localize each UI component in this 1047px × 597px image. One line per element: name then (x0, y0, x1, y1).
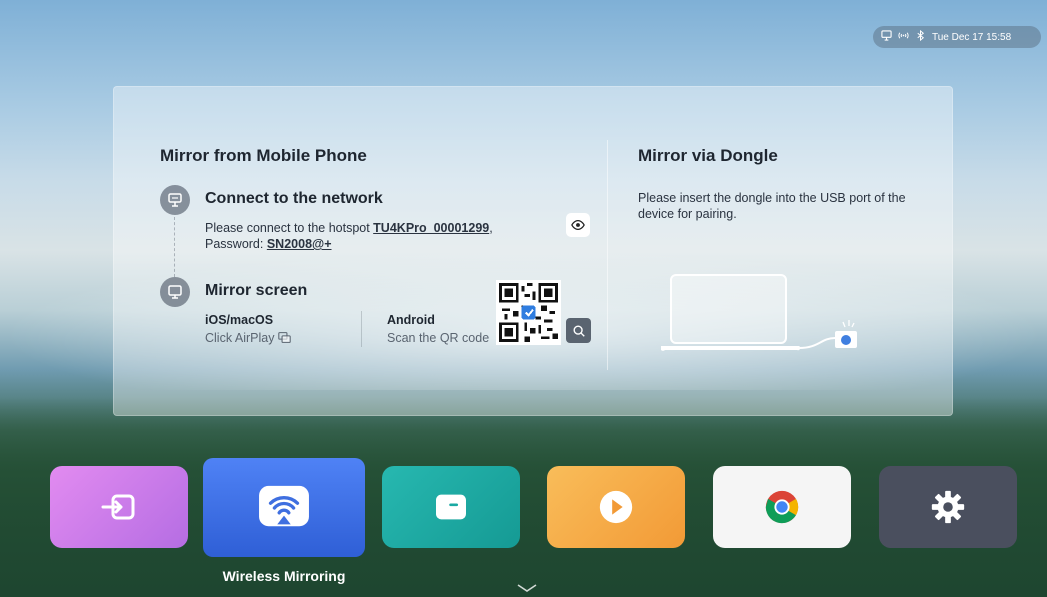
dock-media-player[interactable] (547, 466, 685, 548)
chevron-down-icon[interactable] (516, 583, 538, 593)
network-icon (160, 185, 190, 215)
play-icon (599, 490, 633, 524)
status-datetime: Tue Dec 17 15:58 (932, 31, 1012, 43)
monitor-icon (160, 277, 190, 307)
search-icon (572, 324, 585, 337)
dock-wireless-mirroring[interactable] (203, 458, 365, 557)
dock-file-manager[interactable] (382, 466, 520, 548)
dock-settings[interactable] (879, 466, 1017, 548)
section-title-mobile: Mirror from Mobile Phone (160, 146, 367, 165)
password-label: Password: (205, 237, 267, 251)
section-title-dongle: Mirror via Dongle (638, 146, 778, 165)
ios-label: iOS/macOS (205, 313, 274, 327)
ios-hint-text: Click AirPlay (205, 331, 275, 345)
password-value: SN2008@+ (266, 237, 332, 251)
airplay-icon (278, 332, 291, 343)
hotspot-sep: , (489, 221, 493, 235)
dock-input-source[interactable] (50, 466, 188, 548)
hotspot-instructions: Please connect to the hotspot TU4KPro_00… (205, 220, 555, 252)
ios-hint: Click AirPlay (205, 331, 291, 345)
mirroring-panel: Mirror from Mobile Phone Connect to the … (113, 86, 953, 416)
network-icon (881, 30, 892, 44)
laptop-dongle-illustration (660, 270, 871, 360)
step-connector (174, 217, 175, 277)
eye-icon (571, 219, 585, 231)
dock-chrome[interactable] (713, 466, 851, 548)
android-hint: Scan the QR code (387, 331, 490, 345)
show-password-button[interactable] (566, 213, 590, 237)
qr-zoom-button[interactable] (566, 318, 591, 343)
dongle-instructions: Please insert the dongle into the USB po… (638, 191, 906, 221)
gear-icon (931, 490, 965, 524)
cast-icon (259, 485, 309, 526)
input-icon (101, 494, 135, 520)
qr-code (496, 280, 561, 345)
status-bar: Tue Dec 17 15:58 (873, 26, 1041, 48)
android-label: Android (387, 313, 435, 327)
folder-icon (436, 494, 466, 520)
hotspot-name: TU4KPro_00001299 (373, 221, 490, 235)
section-divider (607, 140, 608, 370)
dock-label-wireless-mirroring: Wireless Mirroring (222, 568, 346, 584)
step2-title: Mirror screen (205, 282, 308, 299)
chrome-icon (765, 490, 799, 524)
step1-title: Connect to the network (205, 190, 383, 207)
bluetooth-icon (915, 29, 926, 44)
platform-divider (361, 311, 362, 347)
hotspot-text: Please connect to the hotspot (205, 221, 374, 235)
signal-icon (898, 30, 909, 44)
